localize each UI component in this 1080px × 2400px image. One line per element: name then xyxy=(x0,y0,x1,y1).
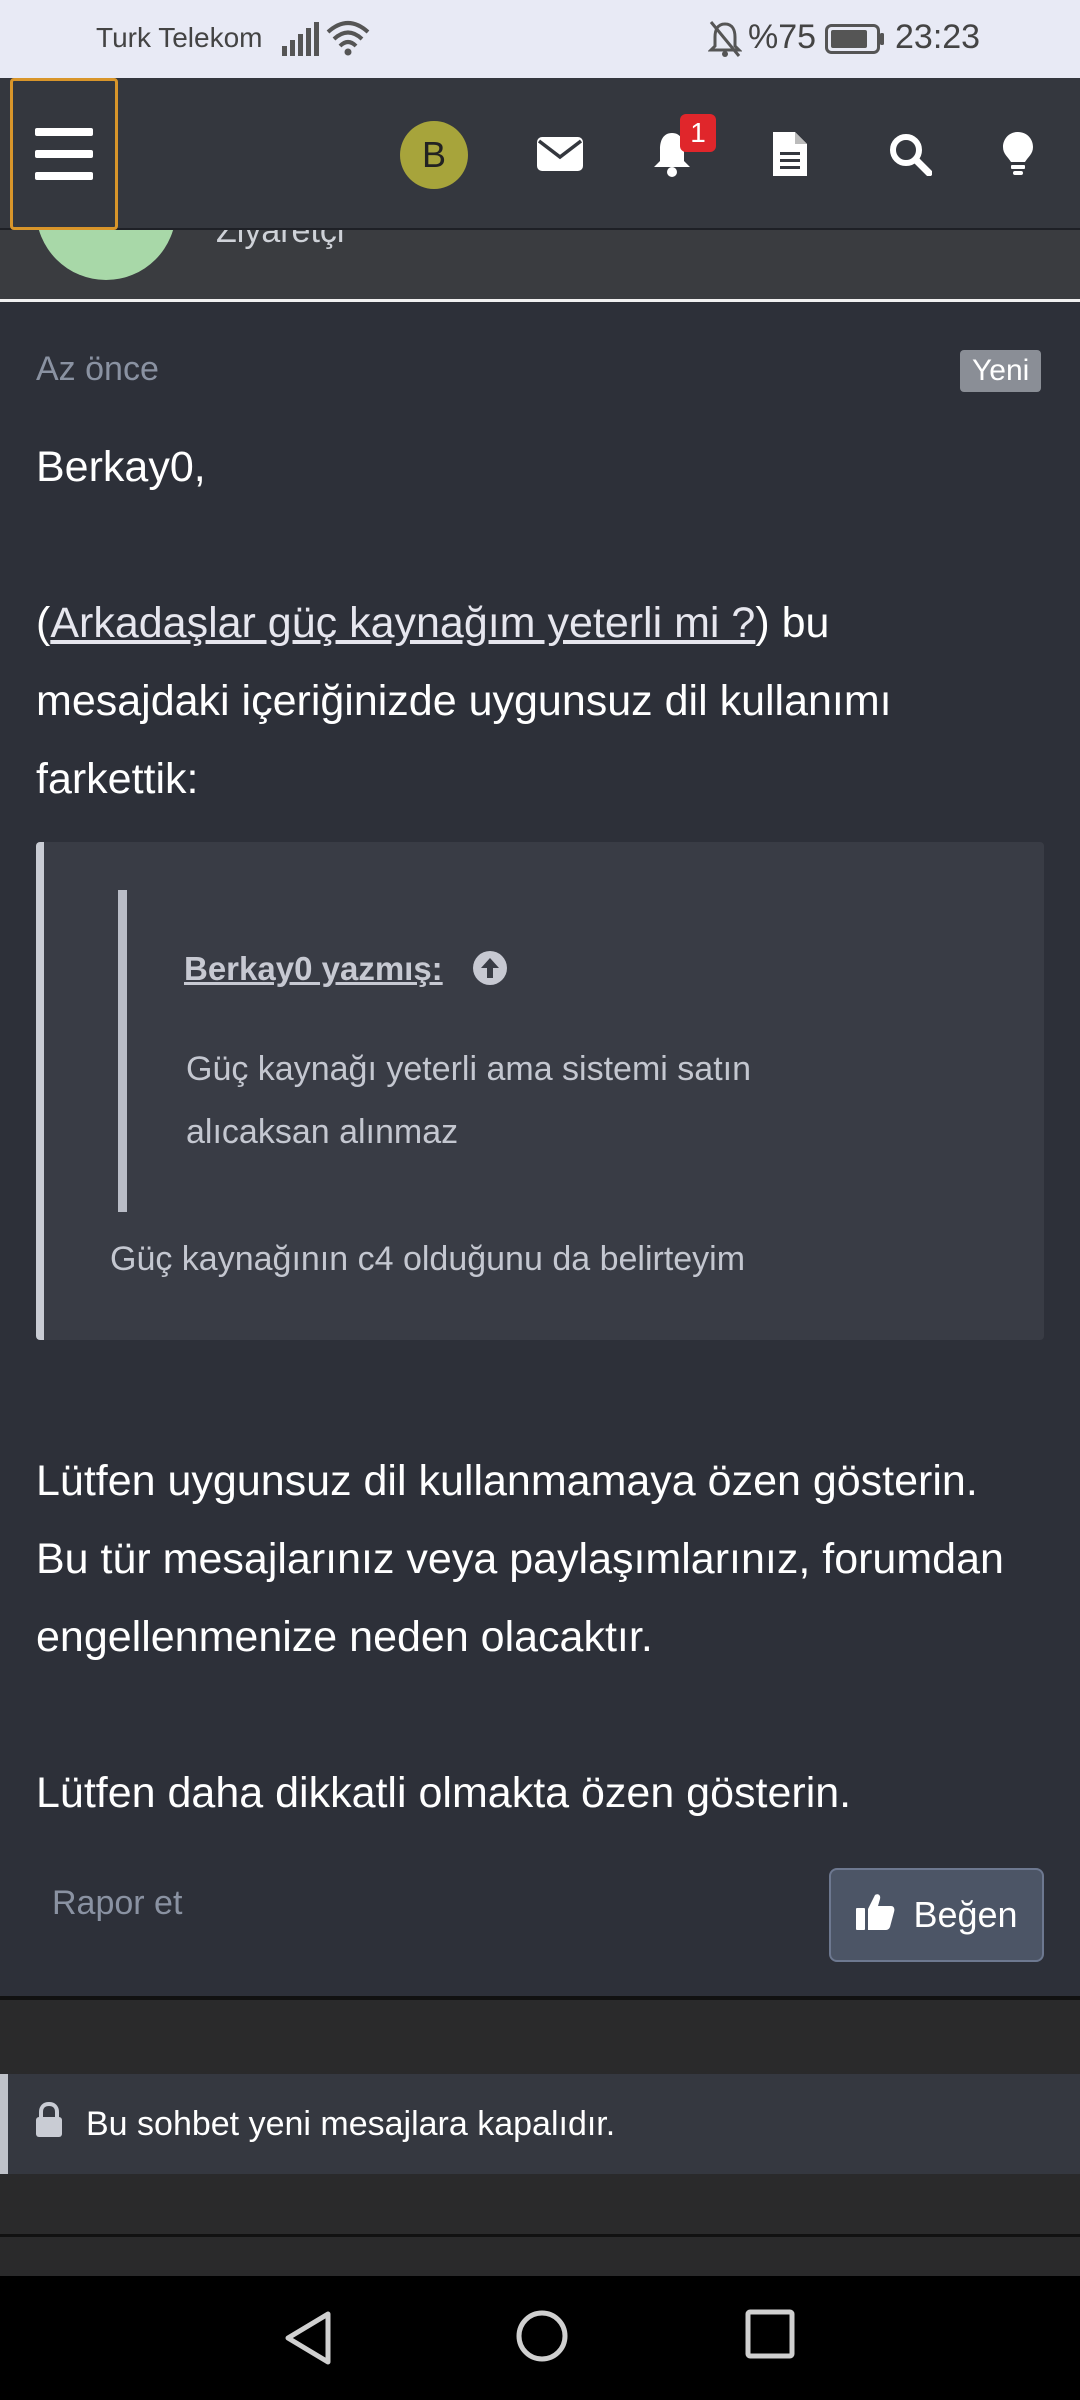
signal-icon xyxy=(282,22,320,61)
paragraph-line: engellenmenize neden olacaktır. xyxy=(36,1613,653,1661)
menu-button[interactable] xyxy=(10,78,118,230)
wifi-icon xyxy=(326,20,370,61)
thumbs-up-icon xyxy=(855,1891,895,1940)
like-label: Beğen xyxy=(913,1894,1018,1935)
new-badge: Yeni xyxy=(960,350,1042,392)
document-icon[interactable] xyxy=(758,122,822,186)
report-link[interactable]: Rapor et xyxy=(52,1884,182,1923)
quote-author-link[interactable]: Berkay0 yazmış: xyxy=(184,950,443,988)
menu-icon-bar xyxy=(35,150,93,158)
divider xyxy=(0,2234,1080,2237)
paragraph-line: (Arkadaşlar güç kaynağım yeterli mi ?) b… xyxy=(36,584,1046,662)
battery-icon xyxy=(825,24,885,59)
paragraph-line: Lütfen uygunsuz dil kullanmamaya özen gö… xyxy=(36,1457,978,1505)
paragraph-line: mesajdaki içeriğinizde uygunsuz dil kull… xyxy=(36,677,892,725)
post-greeting: Berkay0, xyxy=(36,443,206,491)
system-navigation-bar xyxy=(0,2276,1080,2400)
thread-closed-notice: Bu sohbet yeni mesajlara kapalıdır. xyxy=(0,2074,1080,2174)
post-paragraph-3: Lütfen daha dikkatli olmakta özen göster… xyxy=(36,1769,852,1817)
menu-icon-bar xyxy=(35,172,93,180)
top-navbar: B 1 xyxy=(0,78,1080,230)
recents-icon[interactable] xyxy=(744,2308,796,2365)
quote-text: Güç kaynağı yeterli ama sistemi satın al… xyxy=(186,1050,752,1151)
post-time[interactable]: Az önce xyxy=(36,350,159,389)
home-icon[interactable] xyxy=(514,2308,570,2369)
status-bar: Turk Telekom %75 23:23 xyxy=(0,0,1080,78)
like-button[interactable]: Beğen xyxy=(829,1868,1044,1962)
post-author-header: Ziyaretçi xyxy=(0,230,1080,302)
paragraph-line: farkettik: xyxy=(36,755,199,803)
arrow-up-circle-icon[interactable] xyxy=(472,950,508,991)
lock-icon xyxy=(34,2101,64,2147)
user-avatar[interactable]: B xyxy=(400,121,468,189)
paren-text: ( xyxy=(36,599,51,647)
lightbulb-icon[interactable] xyxy=(986,122,1050,186)
clock: 23:23 xyxy=(895,18,981,56)
quote-reply-text: Güç kaynağının c4 olduğunu da belirteyim xyxy=(110,1240,746,1278)
menu-icon-bar xyxy=(35,128,93,136)
back-icon[interactable] xyxy=(280,2308,336,2373)
envelope-icon[interactable] xyxy=(528,122,592,186)
carrier-name: Turk Telekom xyxy=(96,22,263,53)
paragraph-text: ) bu xyxy=(755,599,830,647)
paragraph-line: Bu tür mesajlarınız veya paylaşımlarınız… xyxy=(36,1535,1004,1583)
closed-notice-text: Bu sohbet yeni mesajlara kapalıdır. xyxy=(86,2104,616,2143)
bell-muted-icon xyxy=(707,20,743,63)
author-avatar[interactable] xyxy=(36,230,176,280)
search-icon[interactable] xyxy=(878,122,942,186)
thread-link[interactable]: Arkadaşlar güç kaynağım yeterli mi ? xyxy=(50,599,755,647)
battery-percentage: %75 xyxy=(748,18,817,56)
post-paragraph-2: Lütfen uygunsuz dil kullanmamaya özen gö… xyxy=(36,1442,1046,1676)
post-paragraph-1: (Arkadaşlar güç kaynağım yeterli mi ?) b… xyxy=(36,584,1046,818)
author-role: Ziyaretçi xyxy=(216,230,345,250)
notification-badge: 1 xyxy=(680,114,716,152)
